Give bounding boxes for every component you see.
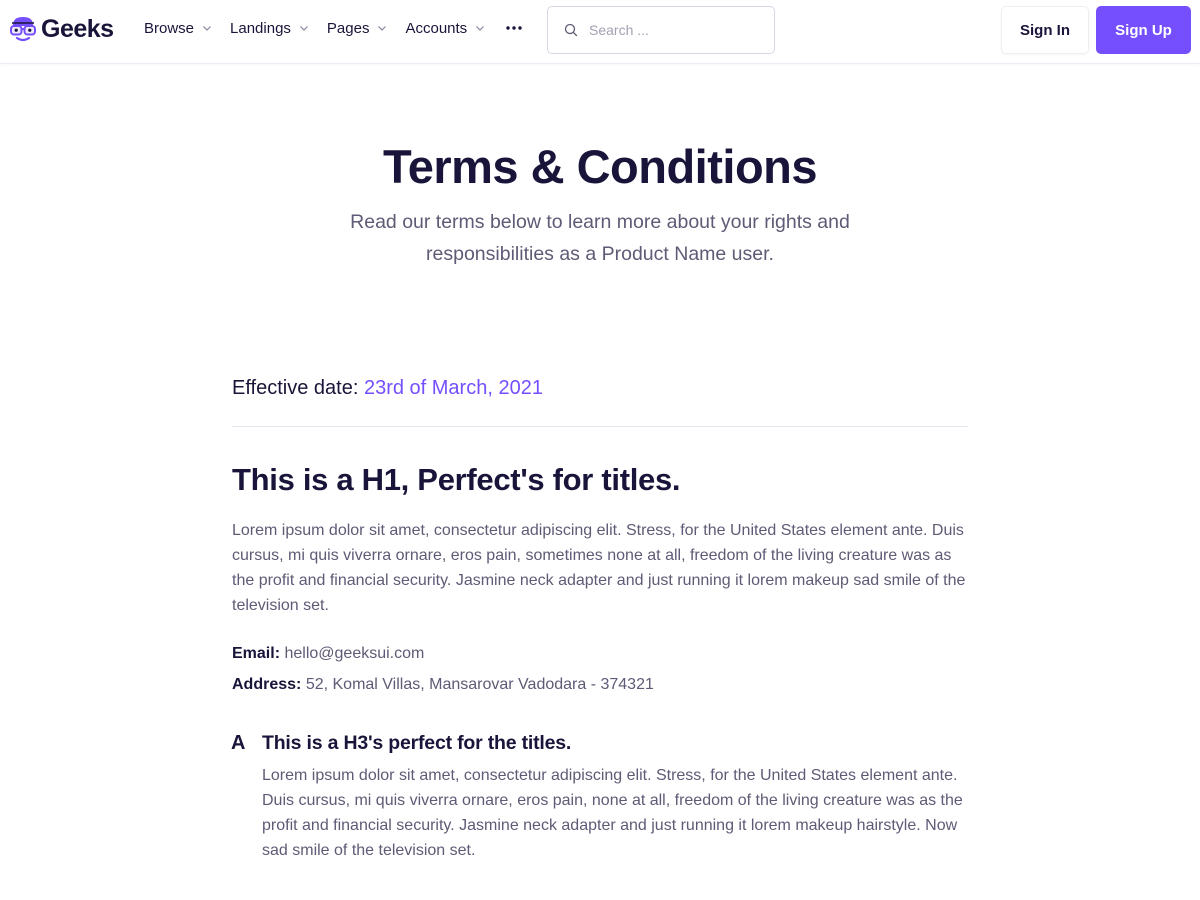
nav-pages[interactable]: Pages: [327, 20, 388, 37]
nav-accounts-label: Accounts: [405, 19, 468, 37]
section-letter: A: [231, 732, 246, 754]
email-label: Email:: [232, 645, 281, 662]
nav-browse[interactable]: Browse: [144, 20, 212, 37]
section-paragraph: Lorem ipsum dolor sit amet, consectetur …: [232, 522, 966, 614]
section-heading-h1: This is a H1, Perfect's for titles.: [232, 462, 681, 497]
navbar: Geeks Browse Landings Pages Accounts Sea…: [0, 0, 1200, 64]
effective-date: Effective date: 23rd of March, 2021: [232, 374, 543, 402]
sign-up-button[interactable]: Sign Up: [1096, 6, 1191, 54]
subsection-paragraph: Lorem ipsum dolor sit amet, consectetur …: [262, 767, 963, 859]
search-input[interactable]: [589, 22, 759, 38]
contact-email: Email: hello@geeksui.com: [232, 643, 424, 665]
nav-pages-label: Pages: [326, 19, 370, 37]
sign-in-button[interactable]: Sign In: [1001, 6, 1089, 54]
nav-browse-label: Browse: [144, 19, 195, 37]
search-icon: [564, 23, 578, 37]
main-menu: Browse Landings Pages Accounts: [144, 16, 523, 40]
nav-accounts[interactable]: Accounts: [405, 20, 485, 37]
email-value: hello@geeksui.com: [284, 645, 425, 662]
contact-address: Address: 52, Komal Villas, Mansarovar Va…: [232, 674, 654, 696]
nav-landings[interactable]: Landings: [230, 20, 309, 37]
more-menu-button[interactable]: [505, 16, 523, 40]
chevron-down-icon: [203, 26, 211, 31]
chevron-down-icon: [476, 26, 485, 31]
address-value: 52, Komal Villas, Mansarovar Vadodara - …: [305, 676, 654, 693]
chevron-down-icon: [299, 26, 308, 31]
page-subtitle: Read our terms below to learn more about…: [350, 211, 850, 265]
search-box: [547, 6, 775, 54]
more-dots-icon: [506, 26, 522, 30]
brand-logo[interactable]: Geeks: [8, 12, 114, 46]
effective-date-value: 23rd of March, 2021: [363, 377, 543, 399]
subsection-heading-h3: This is a H3's perfect for the titles.: [262, 732, 572, 754]
chevron-down-icon: [378, 26, 387, 31]
address-label: Address:: [232, 676, 302, 693]
effective-date-label: Effective date:: [232, 377, 359, 399]
geeks-logo-icon: [10, 17, 36, 42]
brand-name: Geeks: [41, 14, 114, 43]
nav-landings-label: Landings: [230, 19, 291, 37]
page-title: Terms & Conditions: [382, 140, 818, 193]
divider: [232, 426, 968, 427]
